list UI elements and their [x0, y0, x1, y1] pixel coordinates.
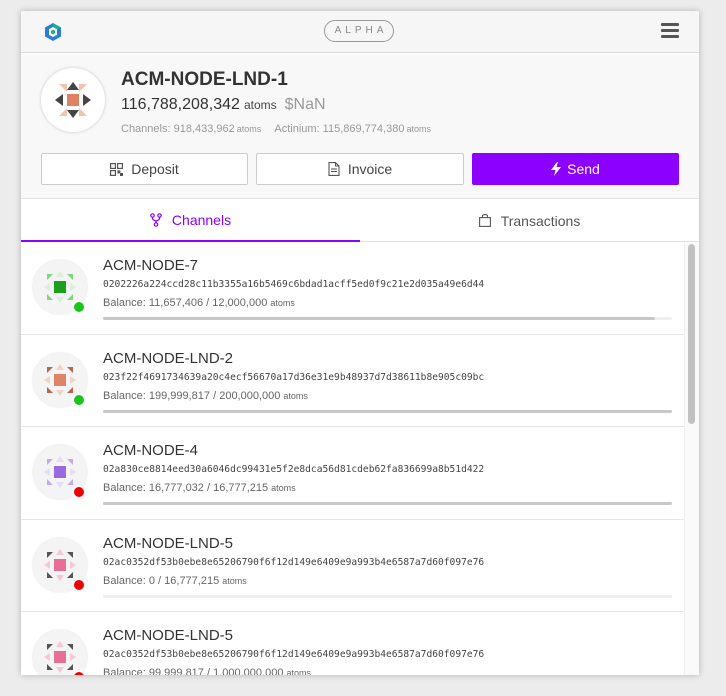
qr-code-icon [110, 162, 124, 176]
account-breakdown: Channels: 918,433,962 atoms Actinium: 115… [121, 123, 431, 135]
account-balance: 116,788,208,342 atoms $NaN [121, 96, 326, 114]
shopping-bag-icon [478, 214, 491, 227]
channel-row[interactable]: ACM-NODE-LND-2 023f22f4691734639a20c4ecf5… [21, 334, 684, 427]
channel-row[interactable]: ACM-NODE-4 02a830ce8814eed30a6046dc99431e… [21, 427, 684, 520]
tab-channels[interactable]: Channels [21, 199, 360, 242]
channel-balance-unit: atoms [283, 390, 308, 401]
channel-balance-bar-fill [103, 502, 672, 505]
channel-balance: Balance: 11,657,406 / 12,000,000 atoms [103, 297, 295, 309]
app-logo-icon[interactable] [43, 22, 63, 42]
channel-status-online [72, 300, 86, 314]
deposit-label: Deposit [131, 161, 179, 177]
channel-name: ACM-NODE-7 [103, 257, 199, 274]
account-name: ACM-NODE-LND-1 [121, 69, 288, 90]
alpha-badge: ALPHA [324, 20, 394, 42]
channel-balance-unit: atoms [286, 668, 311, 675]
channels-label: Channels: [121, 123, 171, 135]
channel-balance-bar [103, 409, 672, 413]
channel-balance-bar [103, 594, 672, 598]
channel-balance-text: Balance: 0 / 16,777,215 [103, 574, 220, 587]
lightning-icon [551, 162, 562, 176]
channel-name: ACM-NODE-LND-5 [103, 534, 234, 552]
channels-value: 918,433,962 [173, 123, 235, 135]
channel-pubkey: 02ac0352df53b0ebe8e65206790f6f12d149e640… [103, 649, 485, 660]
channel-name: ACM-NODE-LND-2 [103, 349, 234, 367]
tab-channels-label: Channels [171, 211, 232, 228]
channel-balance-bar [103, 502, 672, 505]
channel-pubkey: 02ac0352df53b0ebe8e65206790f6f12d149e640… [103, 556, 485, 568]
channel-status-offline [72, 485, 86, 499]
channel-balance-text: Balance: 11,657,406 / 12,000,000 [103, 297, 268, 309]
actinium-label: Actinium: [274, 123, 320, 135]
channel-balance-unit: atoms [270, 298, 295, 308]
account-summary: ACM-NODE-LND-1 116,788,208,342 atoms $NaN … [21, 54, 699, 198]
top-bar: ALPHA [21, 11, 699, 53]
channel-status-online [72, 392, 86, 407]
channel-balance-bar-fill [103, 409, 672, 413]
channel-balance-bar [103, 317, 672, 320]
send-label: Send [567, 161, 600, 177]
channel-pubkey: 023f22f4691734639a20c4ecf56670a17d36e31e… [103, 371, 485, 383]
wallet-window: ALPHA ACM-NODE-LND-1 116,788,208,342 atom… [21, 11, 699, 675]
channel-balance: Balance: 199,999,817 / 200,000,000 atoms [103, 390, 308, 402]
channel-balance-text: Balance: 199,999,817 / 200,000,000 [103, 389, 281, 402]
scrollbar[interactable] [684, 242, 699, 675]
menu-icon[interactable] [661, 23, 679, 39]
balance-unit: atoms [243, 98, 277, 112]
document-icon [328, 162, 340, 176]
branch-icon [150, 212, 162, 227]
balance-value: 116,788,208,342 [121, 96, 240, 113]
channels-unit: atoms [236, 124, 262, 134]
fiat-balance: $NaN [284, 96, 326, 113]
channel-avatar [33, 630, 87, 675]
channel-balance: Balance: 0 / 16,777,215 atoms [103, 575, 247, 587]
channel-pubkey: 0202226a224ccd28c11b3355a16b5469c6bdad1a… [103, 279, 485, 290]
tab-transactions-label: Transactions [500, 212, 581, 229]
tab-bar: Channels Transactions [21, 198, 699, 242]
invoice-button[interactable]: Invoice [256, 153, 464, 185]
invoice-label: Invoice [347, 161, 393, 177]
channel-balance-unit: atoms [222, 575, 247, 586]
channel-name: ACM-NODE-4 [103, 442, 199, 459]
deposit-button[interactable]: Deposit [41, 153, 248, 185]
channel-balance-unit: atoms [271, 483, 296, 493]
channel-balance-bar-fill [103, 317, 656, 320]
actinium-unit: atoms [406, 124, 431, 134]
channel-list: ACM-NODE-7 0202226a224ccd28c11b3355a16b54… [21, 242, 684, 675]
send-button[interactable]: Send [472, 153, 679, 185]
scrollbar-thumb[interactable] [688, 244, 695, 424]
channel-pubkey: 02a830ce8814eed30a6046dc99431e5f2e8dca56… [103, 464, 485, 475]
channel-status-offline [72, 577, 86, 592]
channel-balance-text: Balance: 16,777,032 / 16,777,215 [103, 482, 269, 494]
channel-row[interactable]: ACM-NODE-7 0202226a224ccd28c11b3355a16b54… [21, 242, 684, 335]
channel-row[interactable]: ACM-NODE-LND-5 02ac0352df53b0ebe8e6520679… [21, 519, 684, 612]
channel-balance: Balance: 99,999,817 / 1,000,000,000 atoms [103, 667, 311, 675]
channel-row[interactable]: ACM-NODE-LND-5 02ac0352df53b0ebe8e6520679… [21, 612, 684, 675]
channel-balance-text: Balance: 99,999,817 / 1,000,000,000 [103, 667, 284, 675]
actinium-value: 115,869,774,380 [322, 123, 405, 135]
channel-balance: Balance: 16,777,032 / 16,777,215 atoms [103, 482, 296, 494]
tab-transactions[interactable]: Transactions [360, 199, 699, 242]
account-avatar [41, 68, 105, 132]
channel-name: ACM-NODE-LND-5 [103, 627, 234, 644]
